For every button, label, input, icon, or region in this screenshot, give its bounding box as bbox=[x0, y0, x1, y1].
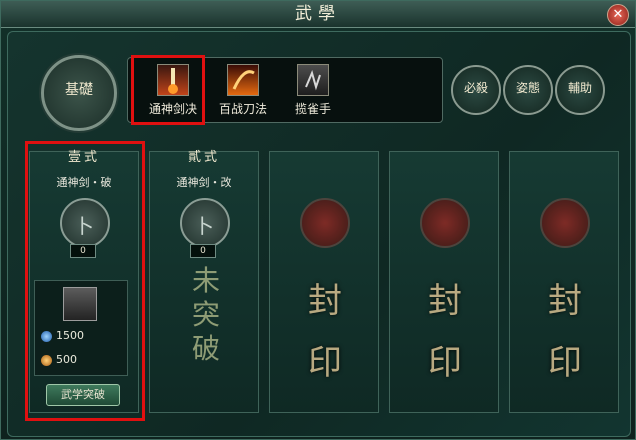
spirit-icon bbox=[41, 330, 52, 342]
breakthrough-box: 1500 500 bbox=[34, 280, 128, 376]
rune-count: 0 bbox=[190, 244, 216, 258]
title-bar: 武學 ✕ bbox=[1, 1, 635, 28]
column-sealed: 封印 bbox=[389, 151, 499, 413]
spirit-cost: 1500 bbox=[41, 329, 84, 342]
skill-bar: 通神剑决 百战刀法 揽雀手 bbox=[127, 57, 443, 123]
skill-lanque[interactable]: 揽雀手 bbox=[278, 64, 348, 117]
sword-flame-icon bbox=[157, 64, 189, 96]
seal-lock-icon bbox=[540, 198, 590, 248]
tab-ultimate[interactable]: 必殺 bbox=[451, 65, 501, 115]
column-form-1: 壹式 通神剑・破 卜 0 1500 500 武学突破 bbox=[29, 150, 139, 413]
rune-slot-icon[interactable]: 卜 bbox=[60, 198, 110, 248]
scroll-book-icon[interactable] bbox=[63, 287, 97, 321]
skill-label: 通神剑决 bbox=[148, 102, 197, 116]
martial-arts-window: 武學 ✕ 基礎 通神剑决 百战刀法 揽雀手 必殺 姿態 輔助 壹式 通神剑・破 … bbox=[0, 0, 636, 440]
skill-label: 百战刀法 bbox=[218, 102, 267, 116]
coin-icon bbox=[41, 354, 52, 366]
coin-cost: 500 bbox=[41, 353, 77, 366]
column-form-2: 貳式 通神剑・改 卜 0 未突破 bbox=[149, 150, 259, 413]
skill-tongshen[interactable]: 通神剑决 bbox=[138, 64, 208, 117]
window-title: 武學 bbox=[295, 4, 341, 24]
skill-label: 揽雀手 bbox=[294, 102, 331, 116]
seal-lock-icon bbox=[300, 198, 350, 248]
sealed-text: 封印 bbox=[308, 281, 342, 383]
column-subtitle: 通神剑・改 bbox=[176, 176, 232, 189]
breakthrough-button[interactable]: 武学突破 bbox=[46, 384, 120, 406]
unbroken-text: 未突破 bbox=[191, 264, 220, 365]
sealed-text: 封印 bbox=[548, 281, 582, 383]
tab-support[interactable]: 輔助 bbox=[555, 65, 605, 115]
close-icon[interactable]: ✕ bbox=[607, 4, 629, 26]
column-sealed: 封印 bbox=[269, 151, 379, 413]
sealed-text: 封印 bbox=[428, 281, 462, 383]
blade-fire-icon bbox=[227, 64, 259, 96]
skill-baizhan[interactable]: 百战刀法 bbox=[208, 64, 278, 117]
style-basic-button[interactable]: 基礎 bbox=[41, 55, 117, 131]
rune-count: 0 bbox=[70, 244, 96, 258]
column-heading: 壹式 bbox=[67, 150, 100, 165]
seal-lock-icon bbox=[420, 198, 470, 248]
column-heading: 貳式 bbox=[187, 150, 220, 165]
rune-slot-icon[interactable]: 卜 bbox=[180, 198, 230, 248]
column-subtitle: 通神剑・破 bbox=[56, 176, 112, 189]
tab-stance[interactable]: 姿態 bbox=[503, 65, 553, 115]
column-sealed: 封印 bbox=[509, 151, 619, 413]
claw-hand-icon bbox=[297, 64, 329, 96]
